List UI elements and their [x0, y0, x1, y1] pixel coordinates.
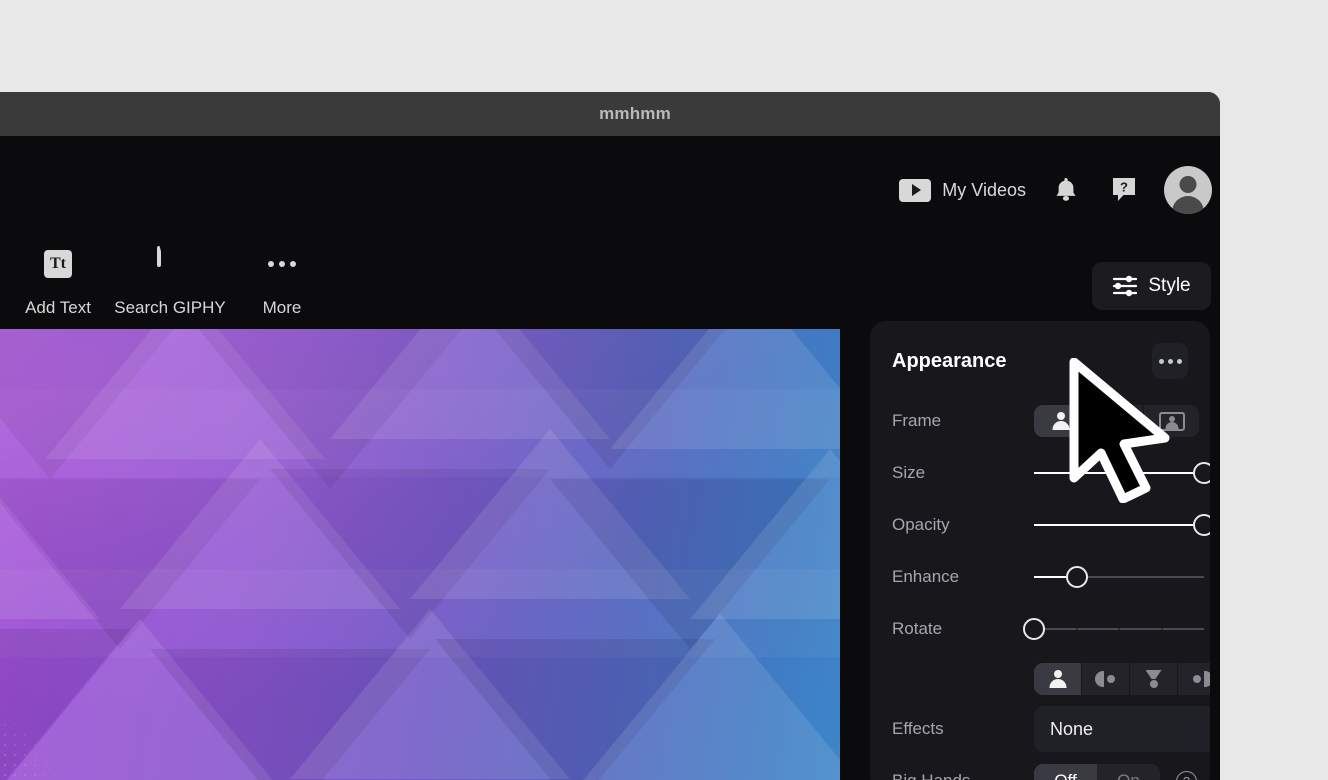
opacity-slider[interactable] — [1034, 513, 1210, 537]
appearance-panel: Appearance Frame Size Opacity Enhance Ro… — [870, 321, 1210, 780]
enhance-label: Enhance — [892, 567, 960, 586]
toolbar-item-label: Search GIPHY — [114, 298, 226, 317]
style-button-label: Style — [1148, 275, 1191, 296]
question-mark-icon[interactable]: ? — [1176, 770, 1197, 780]
effects-label: Effects — [892, 719, 944, 738]
toolbar-item-add-text[interactable]: Tt Add Text — [2, 246, 114, 318]
help-button[interactable]: ? — [1106, 172, 1142, 208]
header-right-cluster: My Videos ? — [899, 166, 1212, 214]
effects-row: Effects None — [892, 703, 1210, 755]
app-window: mmhmm My Videos ? Style Tt Add Text Sear… — [0, 92, 1220, 780]
ellipsis-icon — [268, 246, 296, 282]
toolbar: d File Tt Add Text Search GIPHY More — [0, 246, 338, 318]
text-icon-glyph: Tt — [44, 250, 72, 278]
big-hands-label: Big Hands — [892, 771, 1034, 780]
my-videos-button[interactable]: My Videos — [899, 178, 1026, 202]
question-bubble-icon: ? — [1113, 178, 1135, 201]
frame-segmented-control — [1034, 405, 1199, 437]
person-rectangle-icon — [1158, 411, 1185, 431]
frame-label: Frame — [892, 411, 942, 430]
frame-row: Frame — [892, 395, 1199, 447]
sliders-icon — [1113, 275, 1138, 297]
pose-segmented-control — [1034, 663, 1210, 695]
my-videos-label: My Videos — [942, 179, 1026, 200]
svg-text:?: ? — [1120, 180, 1128, 195]
frame-option-circle[interactable] — [1089, 405, 1144, 437]
big-hands-toggle: Off On — [1034, 764, 1160, 780]
appearance-panel-header: Appearance — [892, 321, 1188, 395]
avatar[interactable] — [1164, 166, 1212, 214]
toolbar-item-search-giphy[interactable]: Search GIPHY — [114, 246, 226, 318]
pose-row — [892, 655, 1210, 703]
opacity-row: Opacity — [892, 499, 1210, 551]
window-title: mmhmm — [599, 104, 671, 123]
enhance-slider[interactable] — [1034, 565, 1204, 589]
person-silhouette-icon — [1052, 412, 1070, 430]
frame-option-silhouette[interactable] — [1034, 405, 1089, 437]
pose-option-right[interactable] — [1082, 663, 1130, 695]
text-icon: Tt — [44, 246, 72, 282]
video-dot-texture — [0, 660, 100, 780]
person-bottom-icon — [1143, 670, 1165, 688]
opacity-label: Opacity — [892, 515, 950, 534]
pose-option-center[interactable] — [1034, 663, 1082, 695]
bell-icon — [1056, 178, 1076, 201]
toolbar-item-label: More — [262, 298, 302, 317]
person-center-icon — [1047, 670, 1069, 688]
toolbar-item-label: Add Text — [25, 298, 91, 317]
video-gradient-overlay — [0, 329, 840, 780]
window-titlebar: mmhmm — [0, 92, 1220, 136]
rotate-slider[interactable] — [1023, 617, 1204, 641]
big-hands-on-option[interactable]: On — [1097, 764, 1160, 780]
opacity-slider-thumb[interactable] — [1193, 514, 1210, 536]
toolbar-item-more[interactable]: More — [226, 246, 338, 318]
person-circle-icon — [1105, 410, 1127, 432]
enhance-row: Enhance — [892, 551, 1204, 603]
effects-selected-value: None — [1050, 718, 1094, 739]
size-label: Size — [892, 463, 926, 482]
big-hands-row: Big Hands Off On ? — [892, 755, 1197, 780]
app-body: My Videos ? Style Tt Add Text Search GIP… — [0, 136, 1220, 780]
appearance-menu-button[interactable] — [1152, 343, 1188, 379]
notifications-button[interactable] — [1048, 172, 1084, 208]
style-button[interactable]: Style — [1092, 262, 1211, 310]
big-hands-off-option[interactable]: Off — [1034, 764, 1097, 780]
pose-option-left[interactable] — [1178, 663, 1210, 695]
appearance-title: Appearance — [892, 349, 1007, 372]
effects-dropdown[interactable]: None — [1034, 706, 1210, 752]
person-left-icon — [1191, 670, 1210, 688]
frame-option-rectangle[interactable] — [1144, 405, 1199, 437]
person-right-icon — [1094, 670, 1117, 688]
size-slider-thumb[interactable] — [1193, 462, 1210, 484]
document-icon — [157, 246, 183, 282]
rotate-label: Rotate — [892, 619, 943, 638]
rotate-slider-thumb[interactable] — [1023, 618, 1045, 640]
pose-option-bottom[interactable] — [1130, 663, 1178, 695]
video-play-icon — [899, 178, 932, 202]
size-slider[interactable] — [1034, 461, 1210, 485]
rotate-row: Rotate — [892, 603, 1204, 655]
size-row: Size — [892, 447, 1210, 499]
video-preview[interactable] — [0, 329, 840, 780]
enhance-slider-thumb[interactable] — [1065, 566, 1088, 588]
